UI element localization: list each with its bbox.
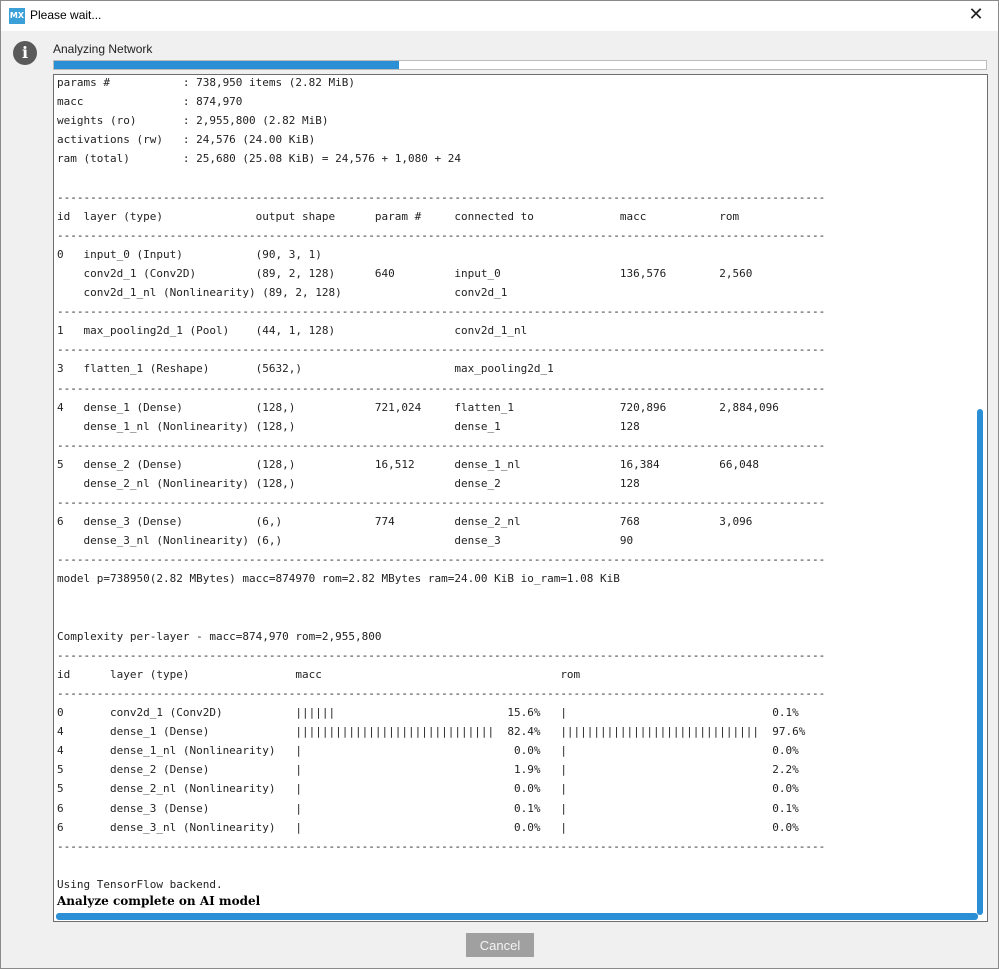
console-line: conv2d_1_nl (Nonlinearity) (89, 2, 128) … (57, 286, 508, 300)
console-line: dense_1_nl (Nonlinearity) (128,) dense_1… (57, 419, 640, 433)
console-line: Complexity per-layer - macc=874,970 rom=… (57, 629, 382, 643)
console-line: 4 dense_1 (Dense) (128,) 721,024 flatten… (57, 400, 779, 414)
console-line: activations (rw) : 24,576 (24.00 KiB) (57, 133, 316, 147)
console-line: model p=738950(2.82 MBytes) macc=874970 … (57, 572, 620, 586)
console-line: Using TensorFlow backend. (57, 877, 223, 891)
console-line: params # : 738,950 items (2.82 MiB) (57, 76, 356, 89)
console-line: 6 dense_3 (Dense) | 0.1% | 0.1% (57, 801, 799, 815)
output-console[interactable]: params # : 738,950 items (2.82 MiB) macc… (53, 74, 988, 922)
console-line: 5 dense_2_nl (Nonlinearity) | 0.0% | 0.0… (57, 782, 799, 796)
console-line: id layer (type) output shape param # con… (57, 209, 740, 223)
console-line: weights (ro) : 2,955,800 (2.82 MiB) (57, 114, 329, 128)
console-line: 0 input_0 (Input) (90, 3, 1) (57, 247, 322, 261)
console-line: 5 dense_2 (Dense) (128,) 16,512 dense_1_… (57, 457, 759, 471)
window-title: Please wait... (30, 8, 102, 22)
console-line: macc : 874,970 (57, 95, 243, 109)
vertical-scrollbar[interactable] (977, 79, 985, 915)
dialog-window: MX Please wait... ✕ i Analyzing Network … (0, 0, 999, 969)
console-line: ----------------------------------------… (57, 438, 826, 452)
console-line: 0 conv2d_1 (Conv2D) |||||| 15.6% | 0.1% (57, 706, 799, 720)
console-line: 5 dense_2 (Dense) | 1.9% | 2.2% (57, 763, 799, 777)
console-line: ram (total) : 25,680 (25.08 KiB) = 24,57… (57, 152, 461, 166)
console-line: 1 max_pooling2d_1 (Pool) (44, 1, 128) co… (57, 324, 528, 338)
console-line: ----------------------------------------… (57, 553, 826, 567)
progress-bar (53, 60, 987, 70)
console-line: ----------------------------------------… (57, 496, 826, 510)
console-line: conv2d_1 (Conv2D) (89, 2, 128) 640 input… (57, 266, 753, 280)
title-bar[interactable]: MX Please wait... ✕ (1, 1, 998, 31)
vertical-scrollbar-thumb[interactable] (977, 409, 983, 915)
console-line: ----------------------------------------… (57, 190, 826, 204)
cancel-button[interactable]: Cancel (466, 933, 534, 957)
console-line: 4 dense_1 (Dense) ||||||||||||||||||||||… (57, 725, 806, 739)
app-logo-icon: MX (9, 8, 25, 24)
console-line: ----------------------------------------… (57, 381, 826, 395)
console-line: dense_3_nl (Nonlinearity) (6,) dense_3 9… (57, 534, 634, 548)
console-line: id layer (type) macc rom (57, 667, 581, 681)
console-line: 3 flatten_1 (Reshape) (5632,) max_poolin… (57, 362, 554, 376)
console-line: dense_2_nl (Nonlinearity) (128,) dense_2… (57, 476, 640, 490)
horizontal-scrollbar[interactable] (56, 913, 978, 920)
console-line: ----------------------------------------… (57, 228, 826, 242)
console-line: 6 dense_3 (Dense) (6,) 774 dense_2_nl 76… (57, 515, 753, 529)
console-line: ----------------------------------------… (57, 687, 826, 700)
console-line: ----------------------------------------… (57, 648, 826, 662)
status-label: Analyzing Network (53, 42, 153, 56)
console-line: 4 dense_1_nl (Nonlinearity) | 0.0% | 0.0… (57, 744, 799, 758)
progress-fill (54, 61, 399, 69)
console-line: ----------------------------------------… (57, 839, 826, 853)
close-icon[interactable]: ✕ (954, 1, 998, 31)
console-line: 6 dense_3_nl (Nonlinearity) | 0.0% | 0.0… (57, 820, 799, 834)
console-log-text: params # : 738,950 items (2.82 MiB) macc… (57, 75, 969, 894)
analysis-complete-message: Analyze complete on AI model (57, 894, 261, 908)
info-icon: i (13, 41, 37, 65)
console-line: ----------------------------------------… (57, 305, 826, 319)
console-line: ----------------------------------------… (57, 343, 826, 357)
